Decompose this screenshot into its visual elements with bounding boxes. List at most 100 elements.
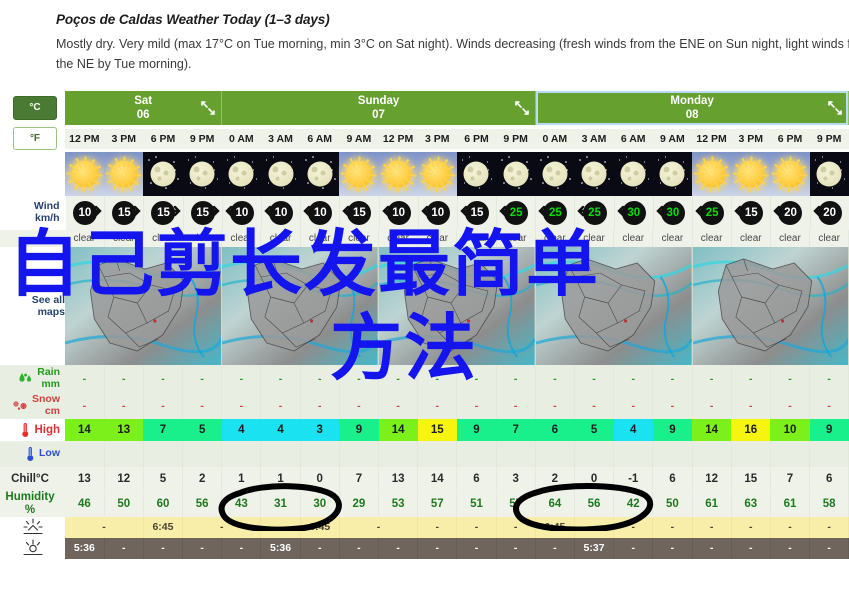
hour-header-cell: 3 PM bbox=[417, 128, 458, 149]
chill-value-cell: 13 bbox=[65, 467, 105, 492]
high-temp-cell: 4 bbox=[221, 419, 261, 442]
sunset-time-cell: - bbox=[809, 537, 849, 559]
low-temp-cell bbox=[692, 441, 732, 468]
day-header-row: °C Sat 06 Sunday 07 Monday 08 bbox=[0, 91, 849, 125]
low-temp-cell bbox=[731, 441, 771, 468]
moon-icon bbox=[150, 161, 176, 187]
snow-row-label: Snow cm bbox=[0, 392, 65, 420]
sunrise-time-cell: - bbox=[182, 516, 262, 538]
wind-direction-arrow-icon bbox=[695, 204, 707, 222]
wind-direction-arrow-icon bbox=[656, 204, 668, 222]
weather-icon-sunny bbox=[692, 152, 732, 197]
sunset-time-cell: - bbox=[613, 537, 654, 559]
weather-icon-clear-night bbox=[535, 152, 575, 197]
rain-value-cell: - bbox=[809, 365, 849, 393]
wind-direction-arrow-icon bbox=[208, 204, 220, 222]
moon-icon bbox=[542, 161, 568, 187]
wind-direction-arrow-icon bbox=[460, 204, 472, 222]
expand-collapse-icon[interactable] bbox=[201, 101, 216, 115]
sunrise-icon bbox=[0, 518, 65, 536]
weather-description-cell: clear bbox=[534, 230, 575, 248]
rain-value-cell: - bbox=[613, 365, 654, 393]
snow-value-cell: - bbox=[731, 392, 771, 420]
rain-label-text: Rain bbox=[37, 365, 60, 378]
sunrise-time-cell: - bbox=[65, 516, 144, 538]
humidity-value-cell: 57 bbox=[496, 492, 536, 517]
high-temp-cell: 9 bbox=[652, 419, 692, 442]
sunset-time-cell: 5:36 bbox=[65, 537, 105, 559]
wind-cell: 15 bbox=[143, 196, 184, 231]
low-temp-cell bbox=[65, 441, 105, 468]
humidity-value-cell: 50 bbox=[104, 492, 144, 517]
wind-cell: 10 bbox=[379, 196, 419, 231]
snowflake-icon bbox=[12, 399, 29, 413]
chill-value-cell: 12 bbox=[104, 467, 144, 492]
chill-value-cell: 7 bbox=[770, 467, 811, 492]
high-temp-row-label: High bbox=[0, 419, 65, 442]
wind-label-text: Wind bbox=[33, 200, 60, 213]
sunrise-row: -6:45- -6:45- - - -6:45- - - - - - - bbox=[0, 516, 849, 538]
snow-value-cell: - bbox=[65, 392, 105, 420]
unit-celsius-button[interactable]: °C bbox=[13, 96, 57, 120]
chill-value-cell: 0 bbox=[300, 467, 340, 492]
humidity-value-cell: 61 bbox=[692, 492, 732, 517]
wind-cell: 15 bbox=[457, 196, 498, 231]
hour-header-cell: 12 PM bbox=[378, 128, 419, 149]
rain-value-cell: - bbox=[456, 365, 497, 393]
weather-map-thumbnail[interactable] bbox=[534, 247, 693, 366]
wind-cell: 10 bbox=[300, 196, 341, 231]
weather-description-cell: clear bbox=[456, 230, 497, 248]
wind-cell: 25 bbox=[692, 196, 733, 231]
unit-fahrenheit-button[interactable]: °F bbox=[13, 127, 57, 151]
page-title: Poços de Caldas Weather Today (1–3 days) bbox=[56, 12, 330, 27]
weather-map-thumbnail[interactable] bbox=[692, 247, 849, 366]
high-temp-cell: 3 bbox=[300, 419, 340, 442]
chill-value-cell: 6 bbox=[456, 467, 497, 492]
sunrise-time-cell: 6:45 bbox=[143, 516, 184, 538]
snow-value-cell: - bbox=[534, 392, 575, 420]
expand-collapse-icon[interactable] bbox=[515, 101, 529, 115]
snow-value-cell: - bbox=[770, 392, 811, 420]
weather-description-cell: clear bbox=[613, 230, 654, 248]
weather-map-thumbnail[interactable] bbox=[221, 247, 379, 366]
high-label-text: High bbox=[34, 423, 60, 436]
snow-row: Snow cm -------------------- bbox=[0, 392, 849, 420]
rain-value-cell: - bbox=[221, 365, 262, 393]
chill-value-cell: 1 bbox=[221, 467, 262, 492]
high-temp-cell: 5 bbox=[574, 419, 614, 442]
weather-map-thumbnail[interactable] bbox=[65, 247, 223, 366]
rain-value-cell: - bbox=[339, 365, 380, 393]
humidity-value-cell: 50 bbox=[652, 492, 693, 517]
day-header-sat[interactable]: Sat 06 bbox=[65, 91, 223, 125]
weather-icon-sunny bbox=[417, 152, 457, 197]
expand-collapse-icon[interactable] bbox=[828, 101, 843, 115]
sunset-time-cell: - bbox=[417, 537, 458, 559]
sun-icon bbox=[380, 156, 417, 193]
hour-header-cell: 3 AM bbox=[260, 128, 301, 149]
humidity-value-cell: 53 bbox=[378, 492, 419, 517]
weather-icon-clear-night bbox=[496, 152, 536, 197]
moon-icon bbox=[659, 161, 685, 187]
wind-direction-arrow-icon bbox=[616, 204, 628, 222]
sunrise-time-cell: - bbox=[456, 516, 497, 538]
unit-toggle-cell: °C bbox=[0, 91, 65, 125]
see-all-maps-link[interactable]: See all maps bbox=[0, 247, 65, 366]
day-header-monday[interactable]: Monday 08 bbox=[535, 91, 849, 125]
day-header-sunday[interactable]: Sunday 07 bbox=[221, 91, 536, 125]
humidity-value-cell: 64 bbox=[534, 492, 575, 517]
weather-map-thumbnail[interactable] bbox=[378, 247, 536, 366]
weather-icon-sunny bbox=[770, 152, 810, 197]
wind-direction-arrow-icon bbox=[342, 204, 354, 222]
wind-row-label: Wind km/h bbox=[0, 196, 66, 231]
weather-icon-clear-night bbox=[260, 152, 301, 197]
low-temp-cell bbox=[613, 441, 654, 468]
snow-value-cell: - bbox=[104, 392, 144, 420]
sky-icon-row bbox=[0, 152, 849, 197]
rain-value-cell: - bbox=[182, 365, 223, 393]
weather-description-cell: clear bbox=[417, 230, 458, 248]
sunset-icon bbox=[0, 539, 65, 557]
low-temp-cell bbox=[496, 441, 536, 468]
snow-value-cell: - bbox=[339, 392, 380, 420]
low-temp-cell bbox=[260, 441, 301, 468]
map-image bbox=[222, 247, 378, 366]
